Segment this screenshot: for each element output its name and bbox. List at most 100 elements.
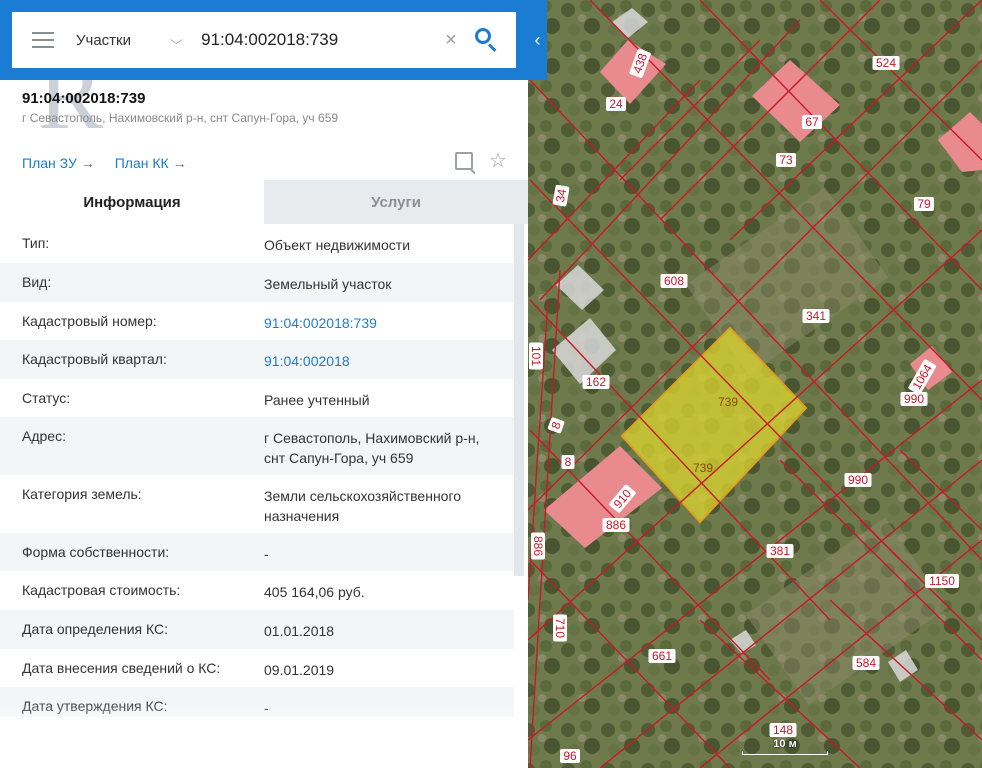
- map-scale: 10 м: [742, 738, 828, 755]
- document-search-icon[interactable]: [455, 152, 473, 170]
- info-label: Форма собственности:: [22, 544, 170, 560]
- parcel-label[interactable]: 1150: [925, 574, 959, 588]
- svg-text:739: 739: [693, 461, 713, 475]
- svg-text:1150: 1150: [929, 574, 955, 588]
- parcel-label[interactable]: 661: [648, 649, 676, 663]
- info-label: Кадастровый квартал:: [22, 351, 167, 367]
- svg-text:990: 990: [848, 473, 868, 487]
- parcel-label[interactable]: 886: [602, 518, 630, 532]
- svg-text:24: 24: [609, 97, 623, 111]
- star-icon[interactable]: ☆: [489, 151, 507, 171]
- parcel-label[interactable]: 73: [776, 153, 796, 167]
- parcel-label[interactable]: 96: [560, 749, 580, 763]
- svg-text:79: 79: [917, 197, 931, 211]
- svg-text:101: 101: [529, 346, 543, 366]
- parcel-label[interactable]: 584: [852, 656, 880, 670]
- info-label: Дата внесения сведений о КС:: [22, 660, 221, 676]
- search-input[interactable]: 91:04:002018:739: [201, 30, 440, 50]
- info-label: Вид:: [22, 274, 52, 290]
- parcel-label[interactable]: 739: [690, 461, 717, 475]
- info-row: Кадастровая стоимость: 405 164,06 руб.: [0, 571, 514, 610]
- svg-text:584: 584: [856, 656, 876, 670]
- svg-text:710: 710: [553, 618, 567, 638]
- info-label: Адрес:: [22, 428, 66, 444]
- svg-text:739: 739: [718, 395, 738, 409]
- search-icon[interactable]: [472, 25, 502, 55]
- parcel-label[interactable]: 24: [606, 97, 626, 111]
- info-row: Адрес: г Севастополь, Нахимовский р-н, сн…: [0, 417, 514, 475]
- svg-text:524: 524: [876, 56, 896, 70]
- parcel-label[interactable]: 8: [561, 455, 575, 469]
- info-value-link[interactable]: 91:04:002018: [264, 351, 514, 379]
- plan-zu-link[interactable]: План ЗУ →: [22, 155, 95, 171]
- parcel-label[interactable]: 148: [769, 723, 797, 737]
- svg-text:8: 8: [565, 455, 572, 469]
- scale-bar: [742, 751, 828, 755]
- parcel-label[interactable]: 990: [900, 392, 928, 406]
- tab-info[interactable]: Информация: [0, 180, 264, 224]
- chevron-down-icon[interactable]: ⌵: [170, 33, 183, 48]
- parcel-label[interactable]: 886: [531, 532, 545, 560]
- search-header: Участки ⌵ 91:04:002018:739 × ‹: [0, 0, 547, 80]
- info-value-link[interactable]: 91:04:002018:739: [264, 313, 514, 340]
- info-value: Земельный участок: [264, 276, 392, 292]
- info-row: Кадастровый квартал: 91:04:002018: [0, 340, 514, 379]
- info-label: Кадастровая стоимость:: [22, 582, 181, 598]
- parcel-label[interactable]: 990: [844, 473, 872, 487]
- info-row: Тип: Объект недвижимости: [0, 224, 514, 263]
- parcel-label[interactable]: 710: [553, 614, 567, 642]
- parcel-label[interactable]: 67: [802, 115, 822, 129]
- svg-text:661: 661: [652, 649, 672, 663]
- info-row: Вид: Земельный участок: [0, 263, 514, 302]
- plan-kk-link[interactable]: План КК →: [115, 155, 187, 171]
- svg-text:162: 162: [586, 375, 606, 389]
- info-value: Ранее учтенный: [264, 392, 370, 408]
- info-value: 09.01.2019: [264, 662, 335, 678]
- object-address: г Севастополь, Нахимовский р-н, снт Сапу…: [22, 111, 339, 125]
- svg-text:34: 34: [553, 188, 569, 204]
- scroll-fade: [0, 700, 528, 768]
- svg-text:990: 990: [904, 392, 924, 406]
- parcel-label[interactable]: 101: [529, 342, 543, 370]
- svg-text:341: 341: [806, 309, 826, 323]
- info-row: Дата внесения сведений о КС: 09.01.2019: [0, 649, 514, 687]
- parcel-label[interactable]: 608: [660, 274, 688, 288]
- object-tools: ☆: [455, 151, 507, 171]
- parcel-label[interactable]: 162: [582, 375, 610, 389]
- info-label: Категория земель:: [22, 486, 142, 502]
- info-row: Кадастровый номер: 91:04:002018:739: [0, 302, 514, 340]
- search-box: Участки ⌵ 91:04:002018:739 ×: [12, 12, 516, 68]
- info-label: Статус:: [22, 390, 71, 406]
- info-row: Статус: Ранее учтенный: [0, 379, 514, 417]
- info-table: Тип: Объект недвижимости Вид: Земельный уча…: [0, 224, 514, 717]
- svg-text:608: 608: [664, 274, 684, 288]
- tab-services[interactable]: Услуги: [264, 180, 528, 224]
- menu-icon[interactable]: [32, 32, 54, 48]
- svg-text:381: 381: [770, 544, 790, 558]
- plan-links: План ЗУ → План КК →: [22, 155, 187, 171]
- parcel-label[interactable]: 381: [766, 544, 794, 558]
- info-row: Категория земель: Земли сельскохозяйствен…: [0, 475, 514, 533]
- svg-text:886: 886: [606, 518, 626, 532]
- svg-text:148: 148: [773, 723, 793, 737]
- parcel-label[interactable]: 524: [872, 56, 900, 70]
- layer-select[interactable]: Участки: [76, 32, 166, 49]
- tabs: Информация Услуги: [0, 180, 528, 224]
- parcel-label[interactable]: 341: [802, 309, 830, 323]
- info-value: 405 164,06 руб.: [264, 584, 365, 600]
- info-row: Форма собственности: -: [0, 533, 514, 571]
- clear-icon[interactable]: ×: [440, 29, 462, 52]
- scale-label: 10 м: [773, 738, 797, 750]
- object-title: 91:04:002018:739: [22, 90, 146, 107]
- svg-text:73: 73: [779, 153, 793, 167]
- info-value: Земли сельскохозяйственного назначения: [264, 488, 462, 524]
- info-label: Тип:: [22, 235, 50, 251]
- svg-text:67: 67: [805, 115, 819, 129]
- parcel-label[interactable]: 739: [715, 395, 742, 409]
- parcel-label[interactable]: 79: [914, 197, 934, 211]
- svg-text:96: 96: [563, 749, 577, 763]
- collapse-panel-icon[interactable]: ‹: [528, 0, 547, 80]
- info-value: 01.01.2018: [264, 623, 335, 639]
- scrollbar[interactable]: [514, 224, 524, 576]
- info-label: Дата определения КС:: [22, 621, 168, 637]
